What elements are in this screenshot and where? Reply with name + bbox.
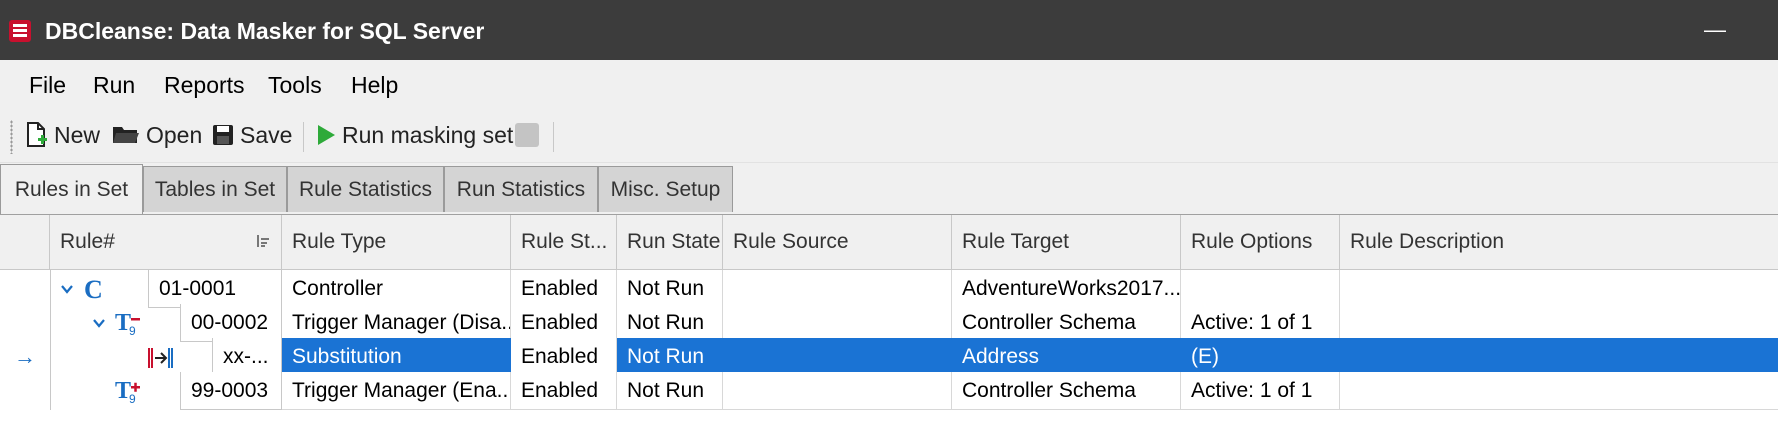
rule-options-cell: (E) [1181,338,1340,376]
rule-number-cell: 00-0002 [180,304,282,342]
tab-strip: Rules in Set Tables in Set Rule Statisti… [0,164,1778,214]
collapse-chevron-icon[interactable] [60,282,74,296]
rule-description-cell [1340,338,1778,376]
rule-source-cell [723,304,952,342]
tab-rule-statistics[interactable]: Rule Statistics [287,166,444,212]
run-state-cell: Not Run [617,304,723,342]
rule-source-cell [723,338,952,376]
run-state-cell: Not Run [617,270,723,308]
rule-source-cell [723,270,952,308]
header-rule-target[interactable]: Rule Target [952,215,1181,269]
tab-misc-setup[interactable]: Misc. Setup [598,166,733,212]
rule-type-cell: Controller [282,270,511,308]
open-button[interactable]: Open [112,118,202,152]
new-button[interactable]: New [26,118,100,152]
rule-target-cell: Controller Schema [952,372,1181,410]
row-indicator-arrow: → [0,338,51,376]
header-rule-number-label: Rule# [60,230,115,253]
play-icon [318,125,335,145]
rule-description-cell [1340,372,1778,410]
run-masking-set-button[interactable]: Run masking set [316,118,513,152]
new-button-label: New [54,121,101,148]
save-button-label: Save [240,121,293,148]
tab-run-statistics[interactable]: Run Statistics [444,166,598,212]
svg-text:9: 9 [129,324,136,338]
rule-description-cell [1340,270,1778,308]
run-state-cell: Not Run [617,338,723,376]
controller-icon: C [84,276,103,302]
rule-target-cell: Address [952,338,1181,376]
rule-options-cell [1181,270,1340,308]
rule-options-cell: Active: 1 of 1 [1181,372,1340,410]
table-row[interactable]: T 9 99-0003 Trigger Manager (Ena... Enab… [0,372,1778,410]
menu-help[interactable]: Help [351,72,398,99]
table-row[interactable]: T 9 00-0002 Trigger Manager (Disa... Ena… [0,304,1778,342]
rule-status-cell: Enabled [511,270,617,308]
tab-tables-in-set[interactable]: Tables in Set [143,166,287,212]
menu-reports[interactable]: Reports [164,72,245,99]
collapse-chevron-icon[interactable] [92,316,106,330]
toolbar-separator [303,122,304,152]
run-state-cell: Not Run [617,372,723,410]
menu-bar: File Run Reports Tools Help [0,60,1778,110]
open-button-label: Open [146,121,203,148]
folder-open-icon [113,127,139,143]
rule-type-cell: Trigger Manager (Ena... [282,372,511,410]
header-rule-type[interactable]: Rule Type [282,215,511,269]
rule-description-cell [1340,304,1778,342]
toolbar: New Open Save Run masking set [0,110,1778,163]
row-indicator [0,304,51,342]
rule-target-cell: AdventureWorks2017... [952,270,1181,308]
table-row[interactable]: C 01-0001 Controller Enabled Not Run Adv… [0,270,1778,308]
stop-button[interactable] [514,118,546,152]
header-rule-status[interactable]: Rule St... [511,215,617,269]
app-logo-icon [9,20,31,42]
run-button-label: Run masking set [342,121,514,148]
trigger-manager-disable-icon: T 9 [115,310,140,338]
header-rule-description[interactable]: Rule Description [1340,215,1778,269]
rule-options-cell: Active: 1 of 1 [1181,304,1340,342]
row-indicator [0,372,51,410]
svg-text:C: C [84,276,103,302]
rule-type-cell: Substitution [282,338,511,376]
save-disk-icon [213,125,233,145]
minimize-button[interactable]: — [1700,15,1730,45]
header-rule-options[interactable]: Rule Options [1181,215,1340,269]
header-rule-source[interactable]: Rule Source [723,215,952,269]
tab-rules-in-set[interactable]: Rules in Set [0,164,143,214]
toolbar-separator [553,122,554,152]
table-row-selected[interactable]: → xx-... Substitution Enabled Not Run Ad… [0,338,1778,376]
toolbar-grip[interactable] [10,120,13,154]
row-indicator [0,270,51,308]
window-title: DBCleanse: Data Masker for SQL Server [45,18,485,44]
rules-grid: Rule# Rule Type Rule St... Run State Rul… [0,214,1778,425]
menu-run[interactable]: Run [93,72,135,99]
stop-icon [515,123,539,147]
rule-number-cell: xx-... [212,338,282,376]
menu-file[interactable]: File [29,72,66,99]
title-bar: DBCleanse: Data Masker for SQL Server — [0,0,1778,60]
rule-status-cell: Enabled [511,338,617,376]
rule-number-cell: 01-0001 [148,270,282,308]
sort-icon [257,235,269,247]
menu-tools[interactable]: Tools [268,72,322,99]
trigger-manager-enable-icon: T 9 [115,378,140,406]
svg-text:9: 9 [129,392,136,406]
row-indicator-header [0,215,50,269]
rule-number-cell: 99-0003 [180,372,282,410]
rule-target-cell: Controller Schema [952,304,1181,342]
save-button[interactable]: Save [212,118,292,152]
new-file-icon [27,122,47,147]
header-rule-number[interactable]: Rule# [50,215,282,269]
rule-source-cell [723,372,952,410]
header-run-state[interactable]: Run State [617,215,723,269]
rule-type-cell: Trigger Manager (Disa... [282,304,511,342]
grid-header: Rule# Rule Type Rule St... Run State Rul… [0,215,1778,270]
rule-status-cell: Enabled [511,372,617,410]
rule-status-cell: Enabled [511,304,617,342]
substitution-icon [148,348,173,368]
